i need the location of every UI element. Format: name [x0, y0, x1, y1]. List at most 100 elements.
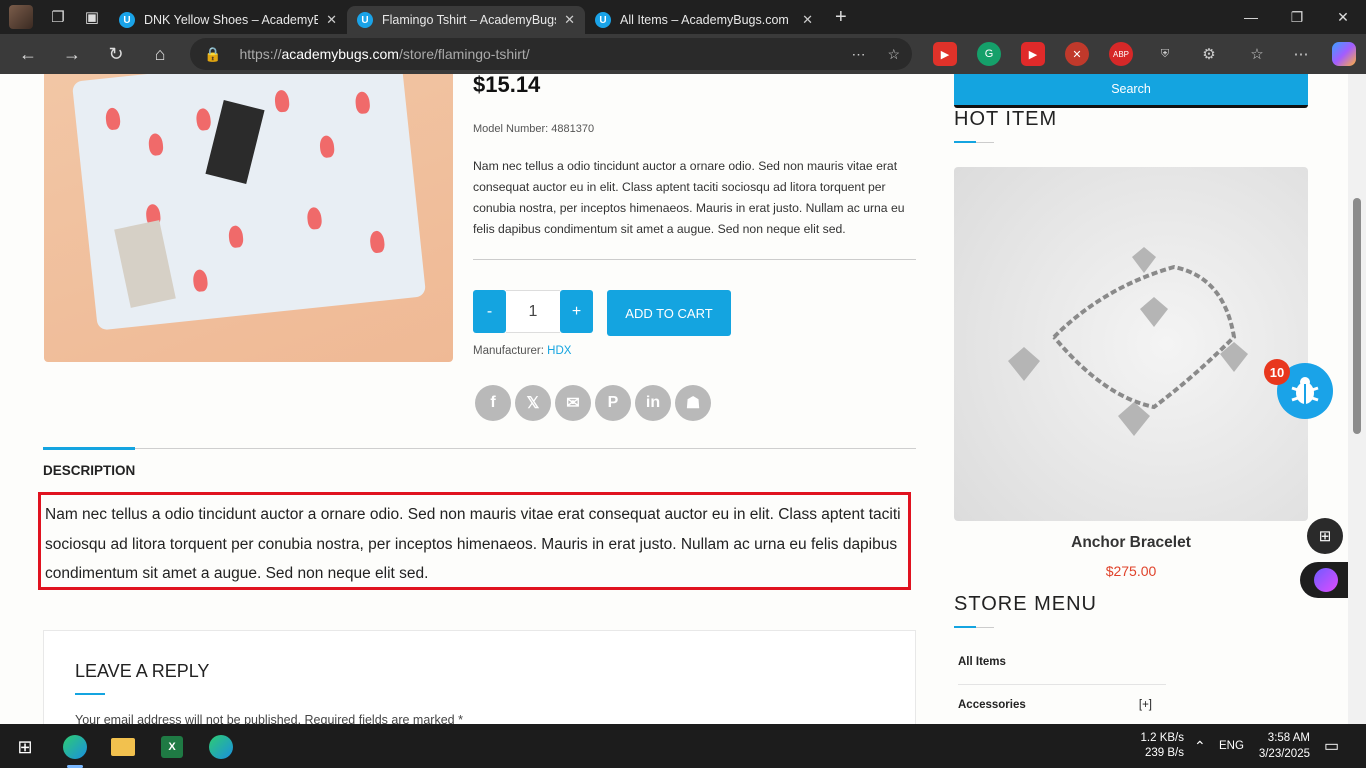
- address-bar[interactable]: 🔒 https://academybugs.com/store/flamingo…: [190, 38, 912, 70]
- close-tab-icon[interactable]: ✕: [564, 12, 575, 28]
- shield-icon[interactable]: ⛨: [1153, 42, 1177, 66]
- expand-toggle[interactable]: [+]: [1139, 699, 1152, 711]
- leave-reply-section: LEAVE A REPLY Your email address will no…: [43, 630, 916, 724]
- profile-avatar[interactable]: [9, 5, 33, 29]
- myspace-icon[interactable]: ☗: [675, 385, 711, 421]
- facebook-icon[interactable]: f: [475, 385, 511, 421]
- language-indicator[interactable]: ENG: [1219, 724, 1244, 768]
- quantity-input[interactable]: 1: [506, 290, 560, 333]
- show-hidden-icons-icon[interactable]: ⌃: [1194, 724, 1206, 768]
- menu-item-all-items[interactable]: All Items: [958, 656, 1166, 668]
- product-price: $15.14: [473, 74, 541, 97]
- edge-taskbar-icon[interactable]: [58, 730, 92, 768]
- copilot-icon[interactable]: [1332, 42, 1356, 66]
- windows-start-icon[interactable]: ⊞: [8, 730, 42, 764]
- tabs-divider: [43, 448, 916, 449]
- reply-note: Your email address will not be published…: [75, 713, 463, 724]
- back-icon[interactable]: ←: [6, 34, 50, 74]
- model-number: Model Number: 4881370: [473, 123, 595, 135]
- home-icon[interactable]: ⌂: [138, 34, 182, 74]
- scrollbar-thumb[interactable]: [1353, 198, 1361, 434]
- bug-count-badge: 10: [1264, 359, 1290, 385]
- description-text: Nam nec tellus a odio tincidunt auctor a…: [38, 492, 911, 590]
- tab-description[interactable]: DESCRIPTION: [43, 463, 135, 478]
- browser-tab-active[interactable]: U Flamingo Tshirt – AcademyBugs.c ✕: [347, 6, 585, 34]
- search-button[interactable]: Search: [954, 74, 1308, 108]
- url-host: academybugs.com: [281, 46, 399, 62]
- forward-icon[interactable]: →: [50, 34, 94, 74]
- extension-red-icon[interactable]: ▶: [933, 42, 957, 66]
- grammarly-icon[interactable]: G: [977, 42, 1001, 66]
- quantity-increase-button[interactable]: +: [560, 290, 593, 333]
- manufacturer-link[interactable]: HDX: [547, 345, 571, 357]
- apps-grid-icon[interactable]: ⊞: [1307, 518, 1343, 554]
- site-favicon-icon: U: [357, 12, 373, 28]
- tab-actions-icon[interactable]: ▣: [75, 0, 109, 34]
- net-down: 239 B/s: [1145, 747, 1184, 759]
- date: 3/23/2025: [1258, 748, 1310, 760]
- refresh-icon[interactable]: ↻: [94, 34, 138, 74]
- extensions-puzzle-icon[interactable]: ⚙: [1197, 42, 1221, 66]
- assistant-button[interactable]: [1300, 562, 1348, 598]
- x-icon[interactable]: 𝕏: [515, 385, 551, 421]
- network-speed: 1.2 KB/s 239 B/s: [1136, 724, 1184, 768]
- site-favicon-icon: U: [595, 12, 611, 28]
- add-to-cart-button[interactable]: ADD TO CART: [607, 290, 731, 336]
- menu-item-accessories[interactable]: Accessories [+]: [958, 699, 1166, 711]
- excel-icon[interactable]: X: [155, 730, 189, 764]
- close-window-icon[interactable]: ✕: [1320, 0, 1366, 34]
- menu-item-label: Accessories: [958, 699, 1026, 711]
- notifications-icon[interactable]: ▭: [1324, 724, 1339, 768]
- quantity-decrease-button[interactable]: -: [473, 290, 506, 333]
- tab-title: All Items – AcademyBugs.com: [620, 13, 789, 27]
- clock[interactable]: 3:58 AM 3/23/2025: [1254, 724, 1310, 768]
- browser-tab[interactable]: U DNK Yellow Shoes – AcademyBug ✕: [109, 6, 347, 34]
- heading-underline: [954, 141, 994, 143]
- hot-item-price: $275.00: [1105, 563, 1157, 579]
- windows-taskbar: ⊞ X 1.2 KB/s 239 B/s ⌃ ENG 3:58 AM 3/23/…: [0, 724, 1366, 768]
- browser-tab[interactable]: U All Items – AcademyBugs.com ✕: [585, 6, 823, 34]
- hot-item-name[interactable]: Anchor Bracelet: [954, 534, 1308, 552]
- store-menu-heading: STORE MENU: [954, 593, 1097, 615]
- product-image[interactable]: [44, 74, 453, 362]
- heading-underline: [954, 626, 994, 628]
- edge-taskbar-icon-2[interactable]: [204, 730, 238, 764]
- site-favicon-icon: U: [119, 12, 135, 28]
- restore-icon[interactable]: ❐: [1274, 0, 1320, 34]
- minimize-icon[interactable]: —: [1228, 0, 1274, 34]
- bracelet-graphic: [1008, 247, 1248, 436]
- browser-tab-bar: ❐ ▣ U DNK Yellow Shoes – AcademyBug ✕ U …: [0, 0, 1366, 34]
- video-extension-icon[interactable]: ▶: [1021, 42, 1045, 66]
- tab-title: DNK Yellow Shoes – AcademyBug: [144, 13, 319, 27]
- active-tab-indicator: [43, 447, 135, 450]
- page-content: $15.14 Model Number: 4881370 Nam nec tel…: [4, 74, 1348, 724]
- page-scrollbar[interactable]: [1348, 74, 1366, 724]
- extension-tools-icon[interactable]: ✕: [1065, 42, 1089, 66]
- favorites-icon[interactable]: ☆: [1245, 42, 1269, 66]
- url-scheme: https://: [239, 46, 282, 62]
- divider: [473, 259, 916, 260]
- linkedin-icon[interactable]: in: [635, 385, 671, 421]
- pinterest-icon[interactable]: P: [595, 385, 631, 421]
- net-up: 1.2 KB/s: [1140, 732, 1184, 744]
- file-explorer-icon[interactable]: [106, 730, 140, 764]
- new-tab-icon[interactable]: +: [835, 6, 847, 29]
- tab-title: Flamingo Tshirt – AcademyBugs.c: [382, 13, 557, 27]
- adblock-icon[interactable]: ABP: [1109, 42, 1133, 66]
- close-tab-icon[interactable]: ✕: [326, 12, 337, 28]
- reply-heading: LEAVE A REPLY: [75, 661, 210, 681]
- bug-icon: [1291, 377, 1319, 404]
- menu-divider: [958, 684, 1166, 685]
- settings-menu-icon[interactable]: ⋯: [1289, 42, 1313, 66]
- close-tab-icon[interactable]: ✕: [802, 12, 813, 28]
- favorite-star-icon[interactable]: ☆: [887, 46, 900, 63]
- workspaces-icon[interactable]: ❐: [41, 0, 75, 34]
- menu-item-label: All Items: [958, 656, 1006, 668]
- email-icon[interactable]: ✉: [555, 385, 591, 421]
- lock-icon[interactable]: 🔒: [204, 46, 221, 63]
- heading-underline: [75, 693, 105, 695]
- more-tools-icon[interactable]: ⋯: [851, 46, 865, 63]
- url-path: /store/flamingo-tshirt/: [398, 46, 530, 62]
- manufacturer: Manufacturer: HDX: [473, 345, 571, 357]
- hot-item-image[interactable]: [954, 167, 1308, 521]
